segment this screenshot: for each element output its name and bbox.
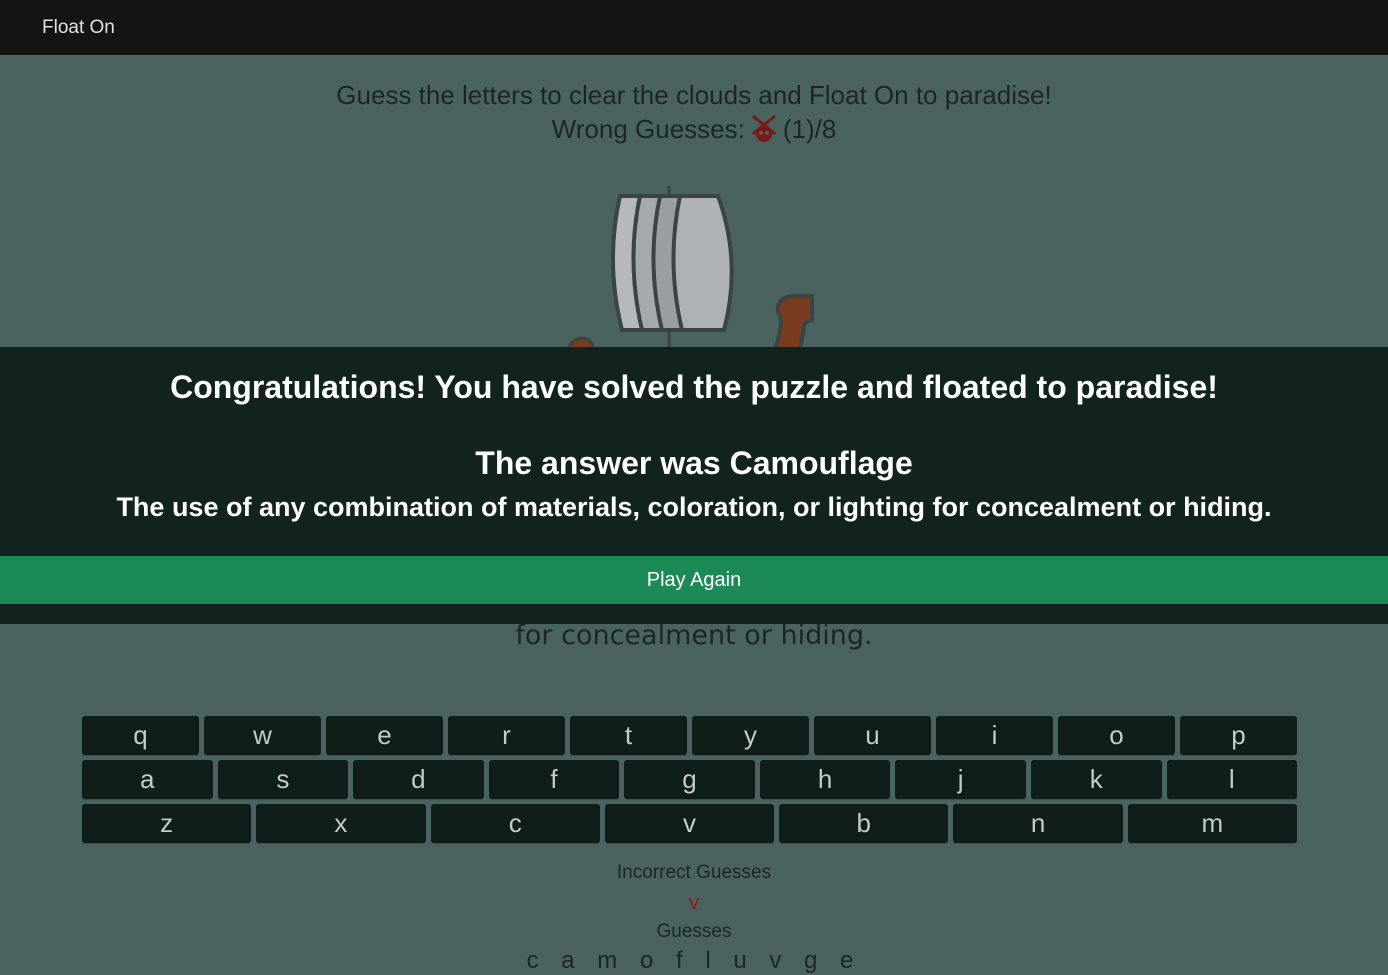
keyboard-row-2: a s d f g h j k l: [82, 760, 1298, 799]
incorrect-guesses-label: Incorrect Guesses: [616, 862, 772, 883]
letter-keyboard: q w e r t y u i o p a s d f g h j k l z …: [82, 716, 1298, 848]
clue-text: for concealment or hiding.: [515, 620, 873, 651]
key-p[interactable]: p: [1180, 716, 1297, 755]
key-q[interactable]: q: [82, 716, 199, 755]
key-j[interactable]: j: [895, 760, 1026, 799]
key-f[interactable]: f: [488, 760, 620, 799]
answer-text: The answer was Camouflage: [475, 445, 913, 481]
key-v[interactable]: v: [604, 804, 775, 843]
congrats-message: Congratulations! You have solved the puz…: [170, 369, 1218, 405]
guesses-label: Guesses: [656, 921, 732, 942]
instruction-text: Guess the letters to clear the clouds an…: [336, 80, 1052, 110]
wrong-guesses-label: Wrong Guesses:: [551, 114, 745, 144]
key-x[interactable]: x: [256, 804, 426, 843]
result-overlay: Congratulations! You have solved the puz…: [0, 347, 1388, 624]
key-u[interactable]: u: [814, 716, 931, 755]
key-d[interactable]: d: [353, 760, 484, 799]
key-g[interactable]: g: [624, 760, 755, 799]
key-k[interactable]: k: [1030, 760, 1162, 799]
top-navbar: Float On: [0, 0, 1388, 55]
key-m[interactable]: m: [1127, 804, 1297, 843]
play-again-button[interactable]: Play Again: [0, 556, 1388, 604]
key-e[interactable]: e: [326, 716, 443, 755]
app-title[interactable]: Float On: [42, 17, 115, 39]
wrong-guesses-line: Wrong Guesses: (1)/8: [552, 112, 837, 146]
key-t[interactable]: t: [570, 716, 687, 755]
key-z[interactable]: z: [82, 804, 252, 843]
key-c[interactable]: c: [430, 804, 600, 843]
wrong-guesses-count: (1)/8: [782, 114, 837, 144]
key-a[interactable]: a: [82, 760, 213, 799]
key-o[interactable]: o: [1058, 716, 1175, 755]
viking-ship-illustration: [564, 186, 814, 360]
key-y[interactable]: y: [692, 716, 809, 755]
instructions: Guess the letters to clear the clouds an…: [0, 78, 1388, 146]
answer-definition: The use of any combination of materials,…: [116, 492, 1272, 522]
key-s[interactable]: s: [217, 760, 349, 799]
key-n[interactable]: n: [953, 804, 1123, 843]
key-r[interactable]: r: [448, 716, 565, 755]
key-h[interactable]: h: [759, 760, 891, 799]
key-b[interactable]: b: [779, 804, 949, 843]
boat-scene: [0, 180, 1388, 360]
skull-icon: [749, 113, 779, 145]
key-l[interactable]: l: [1166, 760, 1298, 799]
keyboard-row-3: z x c v b n m: [82, 804, 1297, 843]
incorrect-guesses-letters: v: [689, 892, 699, 914]
key-w[interactable]: w: [204, 716, 321, 755]
key-i[interactable]: i: [936, 716, 1053, 755]
guess-history: Incorrect Guesses v Guesses c a m o f l …: [0, 862, 1388, 975]
keyboard-row-1: q w e r t y u i o p: [82, 716, 1297, 755]
